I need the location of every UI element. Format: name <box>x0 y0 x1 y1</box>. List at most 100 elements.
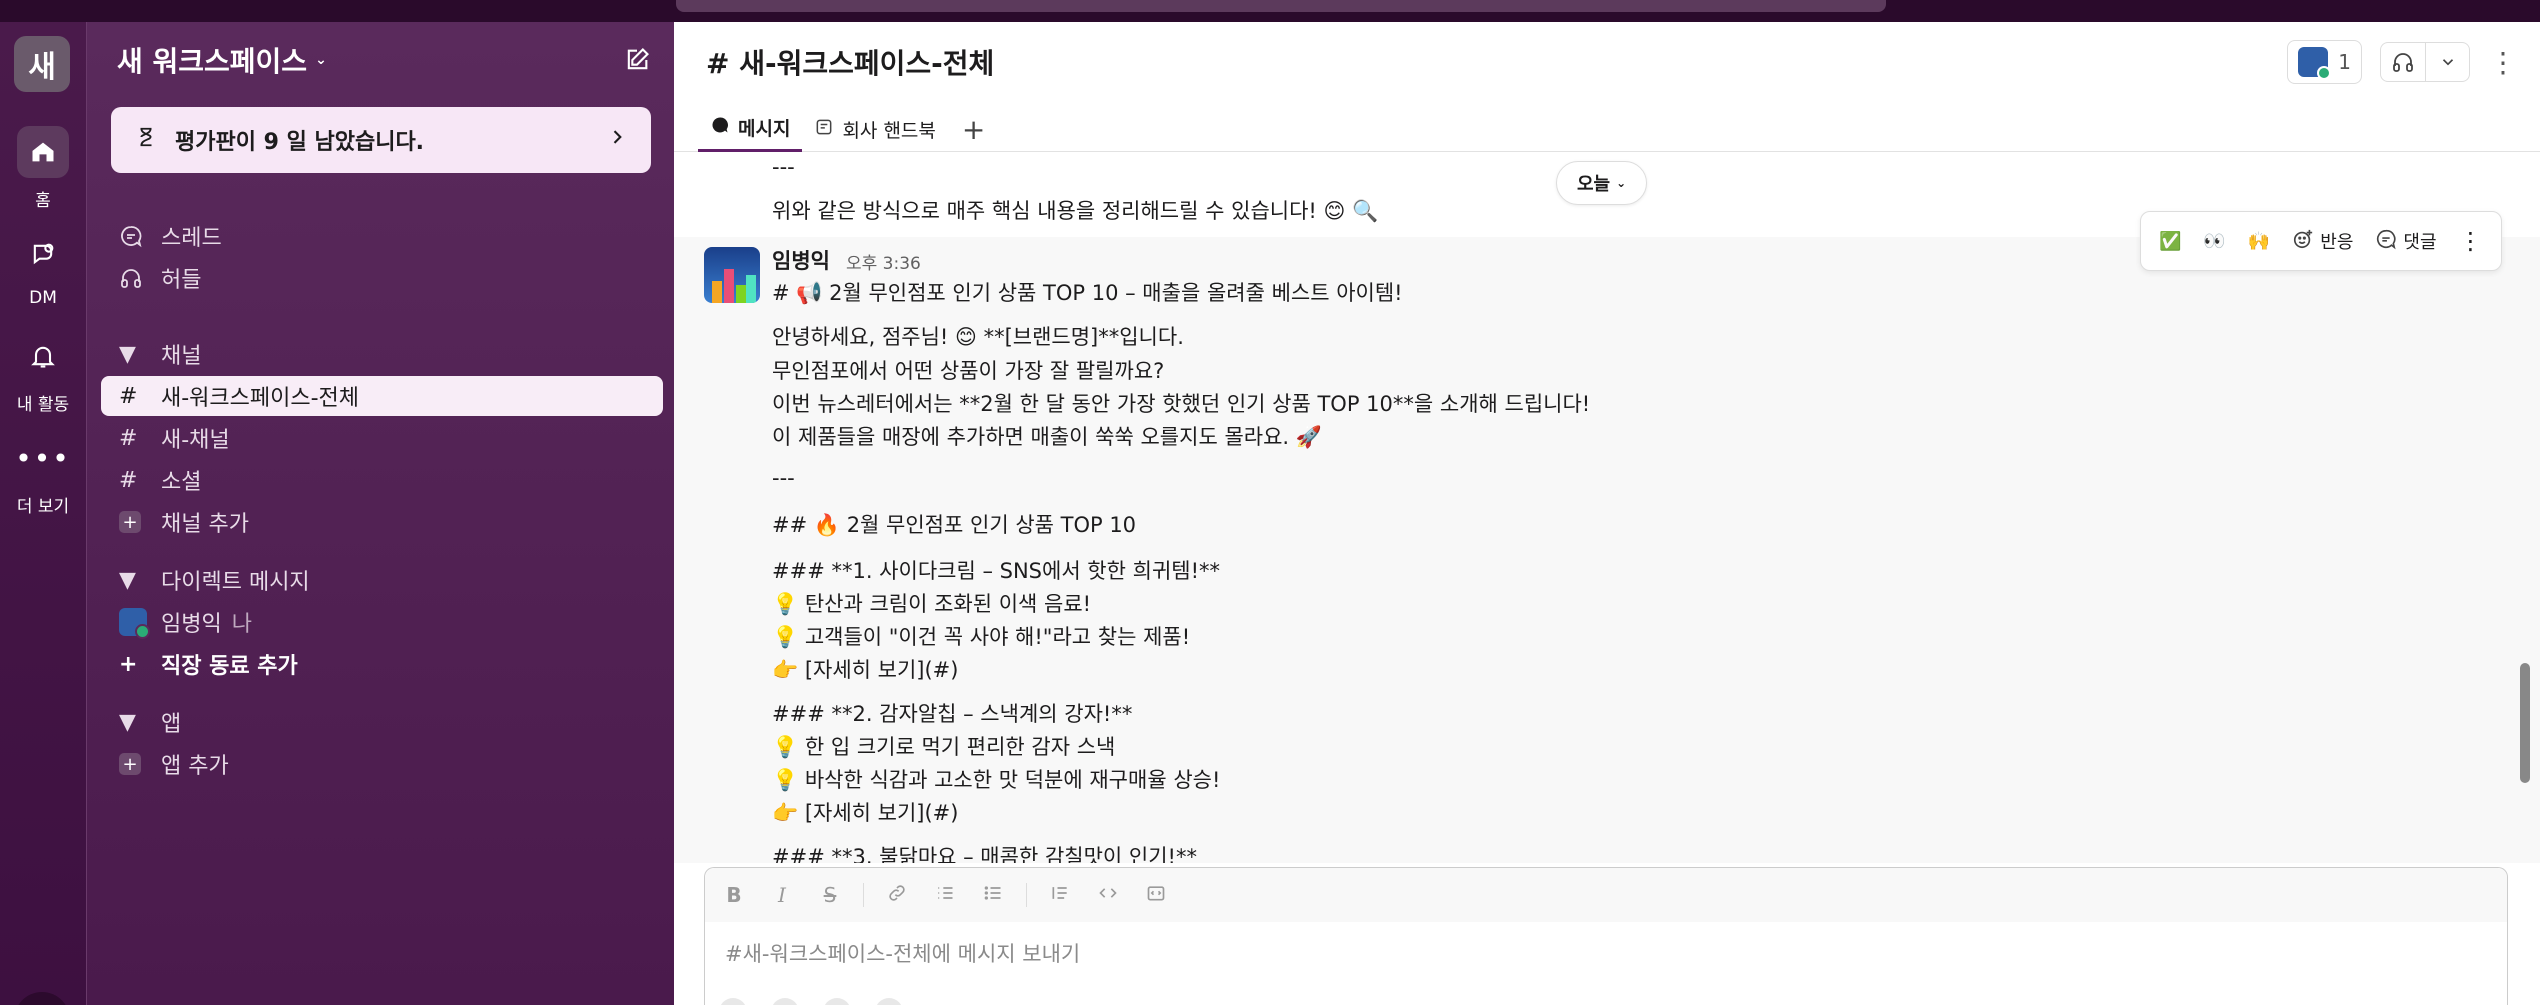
message-timestamp[interactable]: 오후 3:36 <box>846 249 921 274</box>
threads-icon <box>119 224 151 248</box>
plus-icon[interactable] <box>719 998 747 1005</box>
rail-home-button[interactable]: 홈 <box>0 126 86 211</box>
date-divider-button[interactable]: 오늘 ⌄ <box>1556 161 1648 205</box>
date-label: 오늘 <box>1577 174 1611 195</box>
add-app-label: 앱 추가 <box>161 754 229 779</box>
avatar[interactable] <box>704 247 760 303</box>
sidebar-dm-self[interactable]: 임병익 나 <box>101 602 663 642</box>
channels-section-header[interactable]: ▼ 채널 <box>101 334 663 374</box>
add-channel-button[interactable]: + 채널 추가 <box>101 502 663 542</box>
bold-icon[interactable]: B <box>719 883 749 907</box>
more-actions-icon[interactable]: ⋮ <box>2451 219 2491 263</box>
react-check-button[interactable]: ✅ <box>2151 219 2189 263</box>
add-tab-button[interactable]: + <box>948 106 999 152</box>
rail-dm-button[interactable]: DM <box>0 228 86 308</box>
ordered-list-icon[interactable] <box>930 883 960 908</box>
react-eyes-button[interactable]: 👀 <box>2195 219 2233 263</box>
members-button[interactable]: 1 <box>2287 40 2362 84</box>
top-search-bar[interactable] <box>676 0 1886 12</box>
workspace-name-button[interactable]: 새 워크스페이스 ⌄ <box>117 40 327 80</box>
rail-more-label: 더 보기 <box>16 497 70 517</box>
tab-messages[interactable]: 메시지 <box>698 106 803 152</box>
bell-icon <box>17 330 69 382</box>
add-coworker-button[interactable]: + 직장 동료 추가 <box>101 644 663 684</box>
member-count: 1 <box>2338 50 2351 74</box>
message-actions-toolbar: ✅ 👀 🙌 반응 댓글 ⋮ <box>2140 211 2502 271</box>
caret-down-icon: ▼ <box>119 567 136 593</box>
reply-thread-button[interactable]: 댓글 <box>2367 219 2444 263</box>
huddle-button[interactable] <box>2380 42 2470 82</box>
message-line: --- <box>772 466 795 490</box>
sidebar-item-threads[interactable]: 스레드 <box>101 216 663 256</box>
code-icon[interactable] <box>1093 883 1123 908</box>
kebab-menu-icon[interactable]: ⋮ <box>2488 46 2518 79</box>
header-actions: 1 ⋮ <box>2287 40 2518 84</box>
rail-activity-label: 내 활동 <box>16 395 70 415</box>
channel-label: 소셜 <box>161 470 202 495</box>
system-top-bar <box>0 0 2540 22</box>
add-emoji-icon <box>2292 228 2314 255</box>
add-reaction-button[interactable]: 반응 <box>2284 219 2361 263</box>
workspace-avatar[interactable]: 새 <box>14 36 70 92</box>
message-line: ### **1. 사이다크림 – SNS에서 핫한 희귀템!** <box>772 559 1221 583</box>
link-icon[interactable] <box>882 883 912 908</box>
message-line: ## 🔥 2월 무인점포 인기 상품 TOP 10 <box>772 513 1137 537</box>
message-line: 💡 한 입 크기로 먹기 편리한 감자 스낵 <box>772 735 1116 759</box>
hourglass-icon <box>135 126 157 154</box>
apps-section-header[interactable]: ▼ 앱 <box>101 702 663 742</box>
code-block-icon[interactable] <box>1141 883 1171 908</box>
format-icon[interactable] <box>771 998 799 1005</box>
workspace-rail: 새 홈 DM 내 활동 ••• 더 보기 <box>0 22 86 1005</box>
message-link-line[interactable]: 👉 [자세히 보기](#) <box>772 797 958 827</box>
headphones-icon[interactable] <box>2381 43 2425 81</box>
compose-icon[interactable] <box>619 42 655 78</box>
user-avatar[interactable] <box>14 992 70 1005</box>
message-icon <box>710 115 730 140</box>
emoji-icon[interactable] <box>823 998 851 1005</box>
italic-icon[interactable]: I <box>767 883 797 907</box>
trial-banner[interactable]: 평가판이 9 일 남았습니다. <box>111 107 651 173</box>
main-panel: # 새-워크스페이스-전체 1 ⋮ 메시지 회사 핸드북 + --- 위와 같은… <box>674 22 2540 1005</box>
dm-user-label: 임병익 <box>161 612 222 637</box>
sidebar-channel-all[interactable]: # 새-워크스페이스-전체 <box>101 376 663 416</box>
thread-icon <box>2375 228 2397 255</box>
message-composer: B I S #새-워크스페이스-전체에 메시지 보내기 <box>704 867 2508 1005</box>
message-author[interactable]: 임병익 <box>772 245 830 275</box>
message-input[interactable]: #새-워크스페이스-전체에 메시지 보내기 <box>725 938 1080 968</box>
check-emoji-icon: ✅ <box>2159 230 2182 252</box>
canvas-icon <box>814 117 834 142</box>
message-line: 무인점포에서 어떤 상품이 가장 잘 팔릴까요? <box>772 359 1165 383</box>
plus-icon: + <box>119 511 141 533</box>
scrollbar[interactable] <box>2520 663 2530 783</box>
sidebar-item-huddles[interactable]: 허들 <box>101 258 663 298</box>
chevron-down-icon: ⌄ <box>315 52 327 68</box>
rail-more-button[interactable]: ••• 더 보기 <box>0 432 86 518</box>
blockquote-icon[interactable] <box>1045 883 1075 908</box>
strikethrough-icon[interactable]: S <box>815 883 845 907</box>
bullet-list-icon[interactable] <box>978 883 1008 908</box>
rail-activity-button[interactable]: 내 활동 <box>0 330 86 415</box>
channel-title[interactable]: # 새-워크스페이스-전체 <box>706 42 994 82</box>
chevron-down-icon[interactable] <box>2425 43 2469 81</box>
caret-down-icon: ▼ <box>119 341 136 367</box>
dm-section-header[interactable]: ▼ 다이렉트 메시지 <box>101 560 663 600</box>
section-label: 앱 <box>161 712 182 737</box>
react-hands-button[interactable]: 🙌 <box>2240 219 2278 263</box>
sidebar-channel-social[interactable]: # 소셜 <box>101 460 663 500</box>
caret-down-icon: ▼ <box>119 709 136 735</box>
chevron-right-icon <box>607 127 627 153</box>
tab-label: 회사 핸드북 <box>842 119 936 142</box>
mention-icon[interactable] <box>875 998 903 1005</box>
add-app-button[interactable]: + 앱 추가 <box>101 744 663 784</box>
workspace-name: 새 워크스페이스 <box>117 45 308 78</box>
rail-dm-label: DM <box>29 288 57 308</box>
trial-banner-text: 평가판이 9 일 남았습니다. <box>175 130 425 155</box>
plus-icon: + <box>119 753 141 775</box>
sidebar: 새 워크스페이스 ⌄ 평가판이 9 일 남았습니다. 스레드 허들 ▼ 채널 #… <box>86 22 674 1005</box>
tab-handbook[interactable]: 회사 핸드북 <box>802 106 947 152</box>
message-line: 💡 고객들이 "이건 꼭 사야 해!"라고 찾는 제품! <box>772 625 1191 649</box>
sidebar-channel-new[interactable]: # 새-채널 <box>101 418 663 458</box>
message-line: 💡 탄산과 크림이 조화된 이색 음료! <box>772 592 1092 616</box>
message-link-line[interactable]: 👉 [자세히 보기](#) <box>772 654 958 684</box>
composer-actions <box>719 998 903 1005</box>
